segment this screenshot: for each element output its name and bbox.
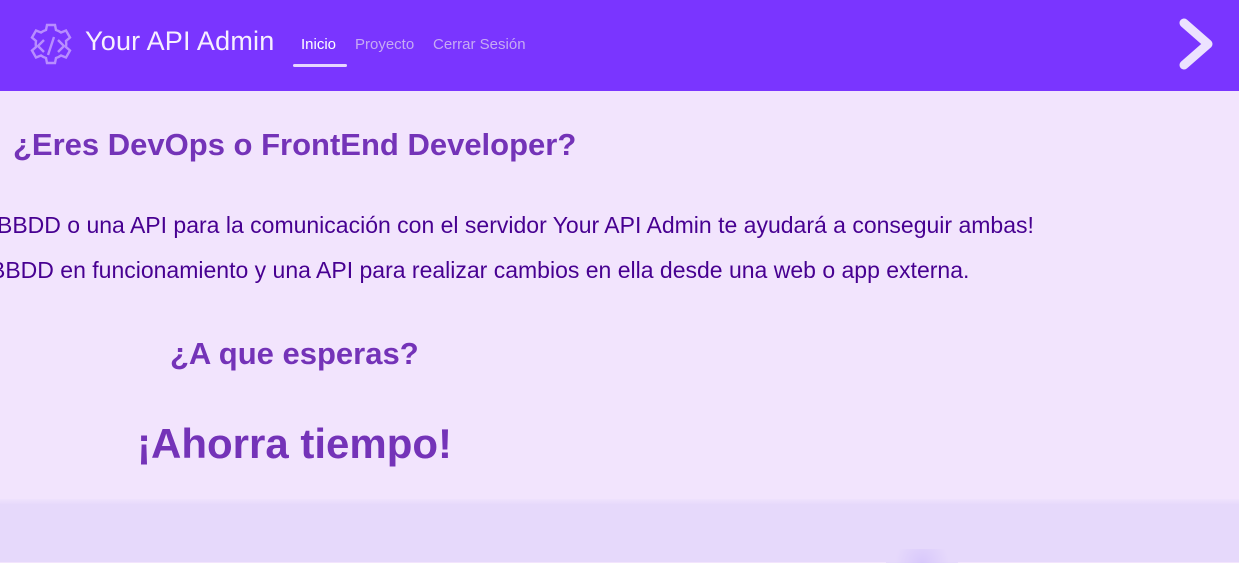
- nav-item-inicio[interactable]: Inicio: [301, 36, 336, 53]
- code-gear-icon[interactable]: [26, 21, 76, 71]
- nav-item-cerrar-sesion[interactable]: Cerrar Sesión: [433, 36, 526, 53]
- brand-title[interactable]: Your API Admin: [85, 26, 274, 57]
- esperas-heading: ¿A que esperas?: [170, 336, 419, 371]
- devops-heading: ¿Eres DevOps o FrontEnd Developer?: [13, 127, 577, 162]
- intro-paragraph: BBDD o una API para la comunicación con …: [0, 200, 1239, 300]
- top-navbar: Your API Admin Inicio Proyecto Cerrar Se…: [0, 0, 1239, 91]
- intro-line-1: BBDD o una API para la comunicación con …: [0, 212, 1034, 238]
- nav-item-proyecto[interactable]: Proyecto: [355, 36, 414, 53]
- next-section: [0, 504, 1239, 562]
- intro-line-2: BBDD en funcionamiento y una API para re…: [0, 257, 970, 283]
- ahorra-tiempo-heading: ¡Ahorra tiempo!: [137, 420, 452, 467]
- active-nav-indicator: [293, 64, 347, 67]
- decorative-graphic: [886, 549, 958, 563]
- chevron-right-icon[interactable]: [1177, 17, 1217, 71]
